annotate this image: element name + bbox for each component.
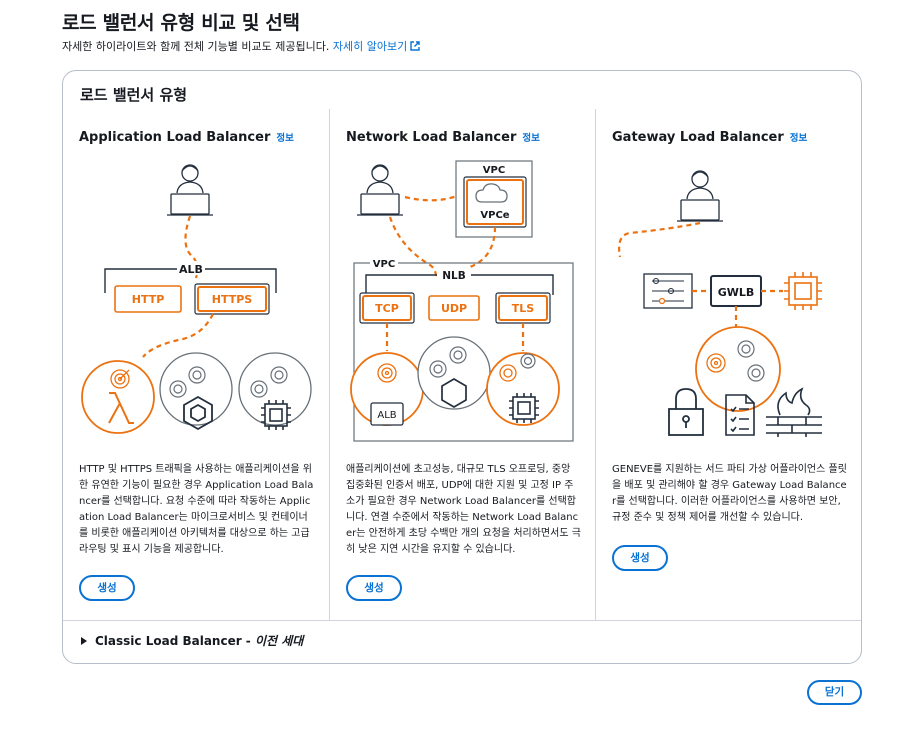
subtitle-text: 자세한 하이라이트와 함께 전체 기능별 비교도 제공됩니다. (62, 40, 330, 53)
page-subtitle: 자세한 하이라이트와 함께 전체 기능별 비교도 제공됩니다. 자세히 알아보기 (62, 38, 420, 54)
user-icon (357, 164, 403, 216)
classic-label: Classic Load Balancer - (95, 634, 255, 648)
nlb-alb-target-label: ALB (377, 410, 396, 421)
firewall-icon (766, 387, 822, 437)
alb-https-label: HTTPS (212, 293, 253, 306)
alb-title: Application Load Balancer 정보 (79, 130, 294, 145)
alb-create-button[interactable]: 생성 (79, 575, 135, 601)
nlb-nlb-label: NLB (442, 270, 465, 282)
gwlb-create-button[interactable]: 생성 (612, 545, 668, 571)
nlb-diagram: VPC VPCe VPC NLB TCP UDP TLS ALB (330, 157, 596, 447)
gwlb-diagram: GWLB (596, 157, 862, 447)
gwlb-title-text: Gateway Load Balancer (612, 130, 784, 145)
gwlb-description: GENEVE를 지원하는 서드 파티 가상 어플라이언스 플릿을 배포 및 관리… (612, 464, 847, 523)
load-balancer-types-panel: 로드 밸런서 유형 Application Load Balancer 정보 AL… (62, 70, 862, 664)
classic-load-balancer-expander[interactable]: Classic Load Balancer - 이전 세대 (81, 632, 303, 649)
alb-info-link[interactable]: 정보 (276, 133, 293, 144)
nlb-udp-label: UDP (441, 302, 467, 315)
lock-icon (668, 388, 704, 436)
nlb-info-link[interactable]: 정보 (522, 133, 539, 144)
learn-more-link[interactable]: 자세히 알아보기 (333, 40, 420, 53)
nlb-description: 애플리케이션에 초고성능, 대규모 TLS 오프로딩, 중앙 집중화된 인증서 … (346, 464, 581, 555)
chip-icon (784, 272, 822, 310)
alb-description: HTTP 및 HTTPS 트래픽을 사용하는 애플리케이션을 위한 유연한 기능… (79, 464, 314, 555)
external-link-icon (410, 41, 420, 51)
alb-title-text: Application Load Balancer (79, 130, 271, 145)
user-icon (677, 170, 723, 222)
alb-column: Application Load Balancer 정보 ALB HTTP HTT… (63, 109, 329, 621)
gwlb-title: Gateway Load Balancer 정보 (612, 130, 807, 145)
page-title: 로드 밸런서 유형 비교 및 선택 (62, 12, 300, 34)
nlb-vpc-top-label: VPC (483, 165, 505, 176)
gwlb-column: Gateway Load Balancer 정보 GWLB GENEVE를 지원… (595, 109, 861, 621)
panel-divider (63, 620, 861, 621)
nlb-tcp-label: TCP (375, 302, 399, 315)
nlb-title: Network Load Balancer 정보 (346, 130, 540, 145)
gwlb-label: GWLB (718, 286, 755, 299)
nlb-vpc-left-label: VPC (373, 259, 395, 270)
gwlb-info-link[interactable]: 정보 (790, 133, 807, 144)
close-button[interactable]: 닫기 (807, 680, 862, 705)
learn-more-label: 자세히 알아보기 (332, 40, 408, 53)
nlb-column: Network Load Balancer 정보 VPC VPCe VPC NL… (329, 109, 595, 621)
classic-suffix: 이전 세대 (254, 634, 304, 648)
nlb-title-text: Network Load Balancer (346, 130, 517, 145)
nlb-vpce-label: VPCe (480, 210, 509, 221)
nlb-create-button[interactable]: 생성 (346, 575, 402, 601)
alb-diagram: ALB HTTP HTTPS (63, 157, 329, 447)
nlb-tls-label: TLS (512, 302, 535, 315)
alb-group-label: ALB (179, 263, 203, 276)
user-icon (167, 164, 213, 216)
panel-title: 로드 밸런서 유형 (80, 86, 188, 104)
caret-right-icon (81, 637, 87, 645)
alb-http-label: HTTP (132, 293, 165, 306)
